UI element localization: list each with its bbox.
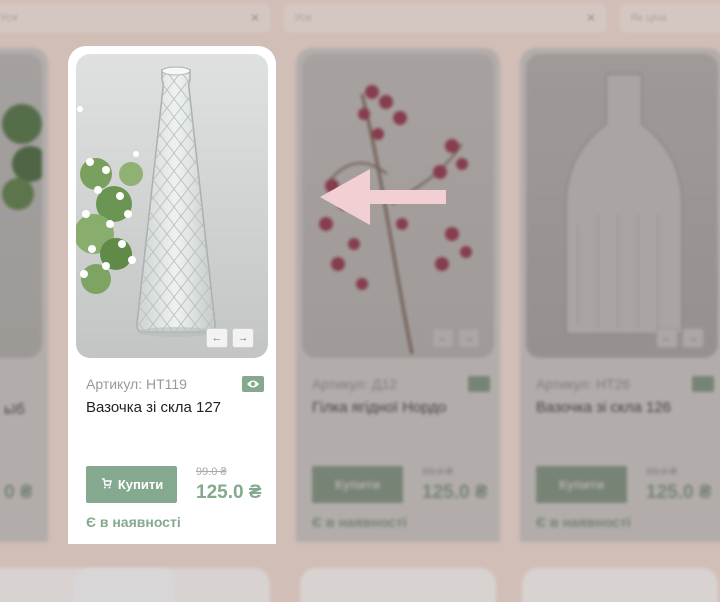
filter-select-2[interactable]: Усе ✕ <box>284 4 606 32</box>
product-sku: Артикул: НТ26 <box>536 376 631 392</box>
arrow-left-icon[interactable]: ← <box>206 328 228 348</box>
product-title[interactable]: Вазочка зі скла 126 <box>536 398 714 418</box>
cart-icon <box>100 477 112 492</box>
glass-vase-image <box>76 66 216 337</box>
stock-status: Є в наявності <box>86 514 181 530</box>
old-price: 99.0 ₴ <box>422 466 453 478</box>
stock-status: Є в наявності <box>536 514 631 530</box>
product-price: 0 ₴ <box>4 482 33 503</box>
sort-select[interactable]: Як ціна <box>620 4 720 32</box>
product-title[interactable]: Вазочка зі скла 127 <box>86 398 264 418</box>
product-card-highlighted[interactable]: ← → Артикул: НТ119 Вазочка зі скла 127 К… <box>70 48 274 542</box>
arrow-left-icon <box>320 169 446 225</box>
arrow-right-icon[interactable]: → <box>682 328 704 348</box>
stock-status: Є в наявності <box>312 514 407 530</box>
product-card[interactable]: ← → Артикул: НТ26 Вазочка зі скла 126 Ку… <box>520 48 720 542</box>
buy-label: Купити <box>334 477 381 492</box>
eye-icon[interactable] <box>468 376 490 392</box>
product-card-peek <box>74 568 270 602</box>
image-nav: ← → <box>432 328 480 348</box>
product-price: 125.0 ₴ <box>196 482 262 503</box>
close-icon[interactable]: ✕ <box>250 11 260 25</box>
eye-icon[interactable] <box>242 376 264 392</box>
buy-button[interactable]: Купити <box>536 466 627 503</box>
old-price: 99.0 ₴ <box>646 466 677 478</box>
sku-row: Артикул: НТ119 <box>86 376 264 392</box>
buy-label: Купити <box>558 477 605 492</box>
eye-icon[interactable] <box>692 376 714 392</box>
product-card-peek <box>300 568 496 602</box>
close-icon[interactable]: ✕ <box>586 11 596 25</box>
page: Уся ✕ Усе ✕ Як ціна ьїб 0 ₴ ← → Артикул:… <box>0 0 720 602</box>
product-card[interactable]: ← → Артикул: Д12 Гілка ягідної Нордо Куп… <box>296 48 500 542</box>
greenery-image <box>2 104 42 210</box>
product-card[interactable]: ьїб 0 ₴ <box>0 48 48 542</box>
product-image[interactable] <box>0 54 42 358</box>
product-card-peek <box>522 568 718 602</box>
filter-select-1[interactable]: Уся ✕ <box>0 4 270 32</box>
product-price: 125.0 ₴ <box>646 482 712 503</box>
sort-label: Як ціна <box>630 12 667 24</box>
bottle-image <box>565 73 683 335</box>
arrow-left-icon[interactable]: ← <box>432 328 454 348</box>
product-title[interactable]: ьїб <box>4 400 38 420</box>
arrow-right-icon[interactable]: → <box>232 328 254 348</box>
sku-row: Артикул: НТ26 <box>536 376 714 392</box>
arrow-left-icon[interactable]: ← <box>656 328 678 348</box>
filter-label: Усе <box>294 12 312 24</box>
sku-row: Артикул: Д12 <box>312 376 490 392</box>
buy-label: Купити <box>117 477 164 492</box>
image-nav: ← → <box>656 328 704 348</box>
product-image[interactable]: ← → <box>76 54 268 358</box>
buy-button[interactable]: Купити <box>312 466 403 503</box>
image-nav: ← → <box>206 328 254 348</box>
product-image[interactable]: ← → <box>526 54 718 358</box>
product-title[interactable]: Гілка ягідної Нордо <box>312 398 490 418</box>
product-price: 125.0 ₴ <box>422 482 488 503</box>
product-sku: Артикул: Д12 <box>312 376 398 392</box>
filter-label: Уся <box>0 12 18 24</box>
arrow-right-icon[interactable]: → <box>458 328 480 348</box>
buy-button[interactable]: Купити <box>86 466 177 503</box>
old-price: 99.0 ₴ <box>196 466 227 478</box>
product-sku: Артикул: НТ119 <box>86 376 187 392</box>
